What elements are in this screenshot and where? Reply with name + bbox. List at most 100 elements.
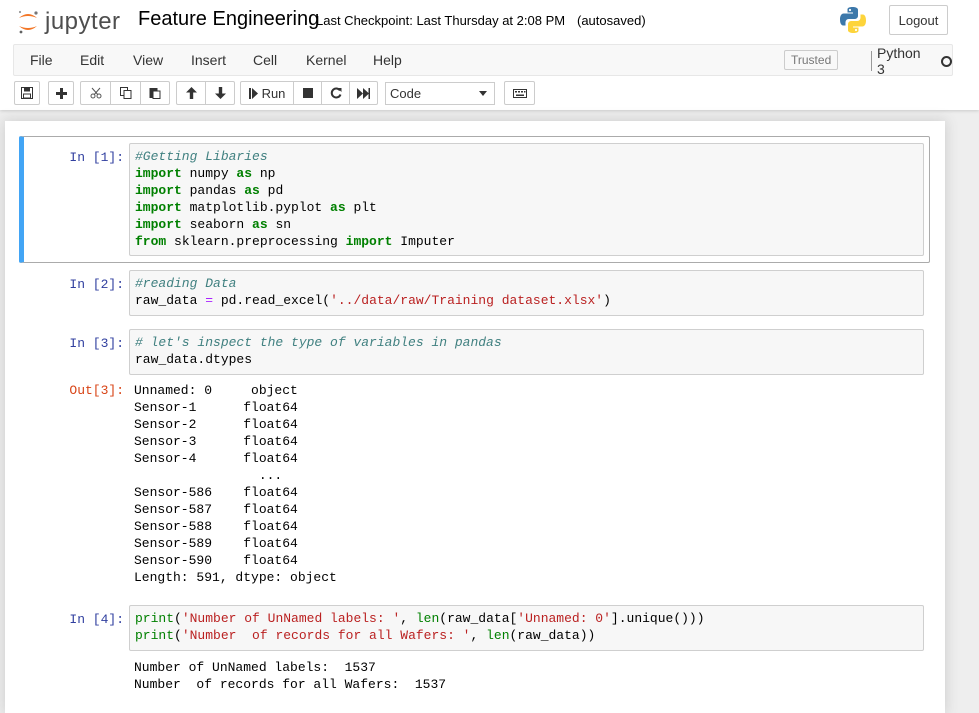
output-line: Number of UnNamed labels: 1537 [134,660,376,675]
scissors-icon [90,87,101,99]
menu-kernel[interactable]: Kernel [306,52,346,68]
toolbar-edit-group [80,81,170,105]
code-token: import [135,200,182,215]
stop-icon [302,88,313,98]
code-token: numpy [181,166,237,181]
notebook-name[interactable]: Feature Engineering [138,8,319,31]
run-label: Run [261,85,286,101]
restart-kernel-button[interactable] [321,81,350,105]
cut-button[interactable] [80,81,111,105]
code-line: from sklearn.preprocessing import Impute… [135,233,918,250]
code-line: # let's inspect the type of variables in… [135,334,918,351]
input-prompt: In [4]: [69,612,124,627]
caret-down-icon [479,91,487,96]
code-token: seaborn [181,217,253,232]
input-prompt: In [3]: [69,336,124,351]
toolbar-palette-group [504,81,535,105]
command-palette-button[interactable] [504,81,535,105]
menu-cell[interactable]: Cell [253,52,277,68]
code-token: pandas [181,183,245,198]
plus-icon [55,87,67,99]
output-line: Sensor-3 float64 [134,434,298,449]
menu-help[interactable]: Help [373,52,402,68]
code-token: = [205,293,214,308]
code-token: len [486,628,510,643]
step-forward-icon [248,87,258,99]
output-line: Sensor-588 float64 [134,519,298,534]
move-up-button[interactable] [176,81,206,105]
restart-run-all-button[interactable] [349,81,378,105]
output-line: Length: 591, dtype: object [134,570,337,585]
code-token: as [252,217,268,232]
interrupt-kernel-button[interactable] [293,81,322,105]
code-input[interactable]: # let's inspect the type of variables in… [129,329,924,375]
insert-cell-button[interactable] [48,81,74,105]
code-token: ) [603,293,611,308]
toolbar-insert-group [48,81,74,105]
code-token: np [252,166,276,181]
toolbar-save-group [14,81,40,105]
output-line: Sensor-589 float64 [134,536,298,551]
code-line: raw_data = pd.read_excel('../data/raw/Tr… [135,292,918,309]
trusted-indicator[interactable]: Trusted [784,50,839,70]
kernel-indicator[interactable]: Python 3 [871,45,952,77]
cell-type-select[interactable]: Code [385,82,495,105]
menu-insert[interactable]: Insert [191,52,226,68]
jupyter-logo[interactable]: jupyter [17,8,121,36]
code-input[interactable]: #Getting Libaries import numpy as np impor… [129,143,924,256]
output-line: Sensor-586 float64 [134,485,298,500]
code-input[interactable]: #reading Data raw_data = pd.read_excel('.… [129,270,924,316]
code-line: #reading Data [135,275,918,292]
floppy-disk-icon [21,87,33,99]
notebook-header: jupyter Feature Engineering Last Checkpo… [0,0,979,110]
input-prompt: In [2]: [69,277,124,292]
code-input[interactable]: print('Number of UnNamed labels: ', len(… [129,605,924,651]
output-line: Sensor-587 float64 [134,502,298,517]
arrow-down-icon [214,87,226,99]
code-token: (raw_data[ [439,611,518,626]
code-token: , [470,628,487,643]
code-token: ].unique())) [610,611,705,626]
logout-button[interactable]: Logout [889,5,948,35]
code-token: as [330,200,346,215]
code-token: pd [259,183,284,198]
code-token: raw_data [135,293,206,308]
output-prompt: Out[3]: [69,383,124,398]
code-token: print [135,611,175,626]
copy-button[interactable] [110,81,141,105]
code-line: print('Number of records for all Wafers:… [135,627,918,644]
code-token: 'Number of UnNamed labels: ' [181,611,401,626]
kernel-idle-icon [941,55,952,67]
code-token: 'Unnamed: 0' [517,611,611,626]
code-token: '../data/raw/Training dataset.xlsx' [330,293,604,308]
save-button[interactable] [14,81,40,105]
copy-icon [119,87,131,99]
menu-edit[interactable]: Edit [80,52,104,68]
menu-file[interactable]: File [30,52,53,68]
code-token: #Getting Libaries [135,149,268,164]
checkpoint-status: Last Checkpoint: Last Thursday at 2:08 P… [316,13,566,28]
code-token: sn [267,217,292,232]
paste-icon [149,88,161,99]
keyboard-icon [512,88,527,98]
code-token: 'Number of records for all Wafers: ' [181,628,471,643]
arrow-up-icon [185,87,197,99]
code-token: raw_data.dtypes [135,352,253,367]
toolbar-run-group: Run [240,81,378,105]
output-line: Sensor-1 float64 [134,400,298,415]
menu-view[interactable]: View [133,52,163,68]
toolbar-move-group [176,81,235,105]
code-token: #reading Data [135,276,237,291]
output-line: Sensor-4 float64 [134,451,298,466]
code-line: #Getting Libaries [135,148,918,165]
move-down-button[interactable] [205,81,235,105]
code-token: print [135,628,175,643]
code-token: as [236,166,253,181]
code-token: len [415,611,440,626]
run-button[interactable]: Run [240,81,294,105]
code-token: sklearn.preprocessing [166,234,346,249]
code-token: import [135,217,182,232]
cell-output: Unnamed: 0 object Sensor-1 float64 Sensor-… [134,382,924,586]
output-line: Number of records for all Wafers: 1537 [134,677,447,692]
paste-button[interactable] [140,81,170,105]
